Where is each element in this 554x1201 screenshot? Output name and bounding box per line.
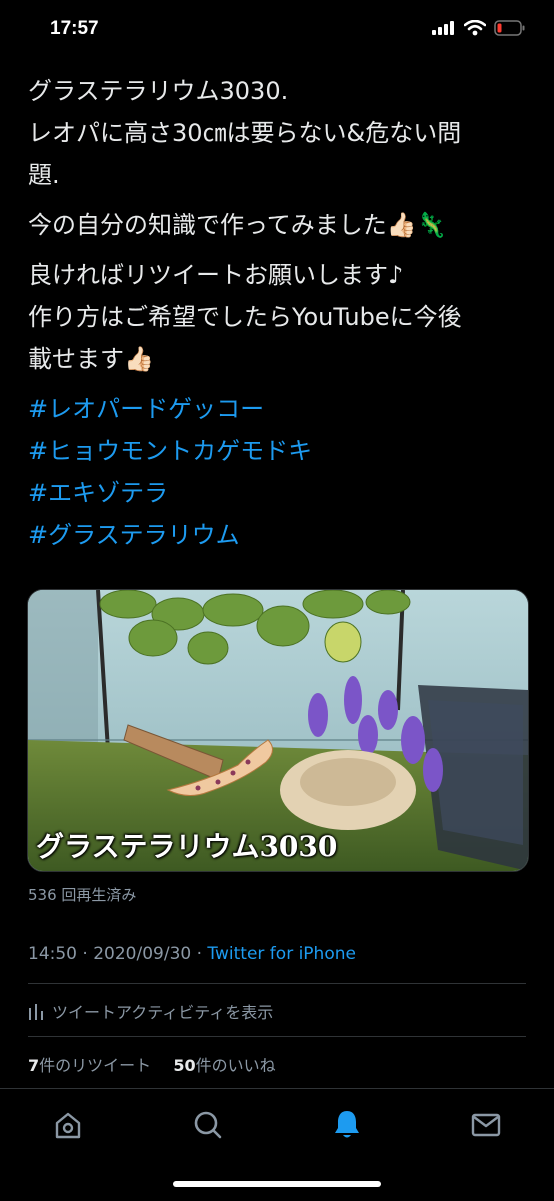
messages-icon: [471, 1113, 501, 1137]
status-time: 17:57: [50, 18, 99, 39]
view-count: 536 回再生済み: [28, 886, 137, 904]
battery-low-icon: [494, 20, 525, 36]
wifi-icon: [464, 20, 486, 36]
tweet-stats: 7件のリツイート 50件のいいね: [28, 1052, 276, 1076]
tweet-paragraph: グラステラリウム3030. レオパに高さ30㎝は要らない&危ない問 題.: [28, 70, 528, 196]
notifications-icon: [335, 1111, 359, 1138]
status-bar: 17:57: [0, 0, 554, 62]
tab-search[interactable]: [188, 1105, 228, 1145]
tweet-paragraph: 良ければリツイートお願いします♪ 作り方はご希望でしたらYouTubeに今後 載…: [28, 254, 528, 380]
hashtag-link[interactable]: #ヒョウモントカゲモドキ: [28, 430, 528, 472]
search-icon: [194, 1111, 222, 1139]
tweet-line: 載せます👍🏻: [28, 345, 154, 373]
tweet-line: 作り方はご希望でしたらYouTubeに今後: [28, 303, 462, 331]
tweet-line: レオパに高さ30㎝は要らない&危ない問: [28, 119, 462, 147]
likes-stat[interactable]: 50件のいいね: [173, 1056, 275, 1075]
home-icon: [55, 1112, 81, 1139]
tweet-line: 題.: [28, 161, 60, 189]
tweet-date: 2020/09/30: [93, 944, 192, 964]
cellular-signal-icon: [432, 21, 454, 35]
tweet-meta: 14:50 · 2020/09/30 · Twitter for iPhone: [28, 944, 356, 964]
tweet-paragraph: 今の自分の知識で作ってみました👍🏻🦎: [28, 204, 528, 246]
analytics-icon: [29, 1004, 43, 1020]
retweets-stat[interactable]: 7件のリツイート: [28, 1056, 151, 1075]
tab-home[interactable]: [48, 1105, 88, 1145]
hashtag-link[interactable]: #エキゾテラ: [28, 472, 528, 514]
tweet-line: 今の自分の知識で作ってみました👍🏻🦎: [28, 211, 447, 239]
divider: [28, 983, 526, 984]
hashtag-list: #レオパードゲッコー #ヒョウモントカゲモドキ #エキゾテラ #グラステラリウム: [28, 388, 528, 556]
video-caption-overlay: グラステラリウム3030: [36, 830, 338, 863]
divider: [28, 1036, 526, 1037]
status-icons: [432, 20, 526, 36]
retweets-count: 7: [28, 1056, 40, 1075]
tweet-line: グラステラリウム3030.: [28, 77, 289, 105]
meta-separator: ·: [77, 944, 94, 964]
tweet-source-link[interactable]: Twitter for iPhone: [207, 944, 356, 964]
retweets-label: 件のリツイート: [39, 1056, 152, 1075]
tweet-time: 14:50: [28, 944, 77, 964]
tweet-activity-label: ツイートアクティビティを表示: [52, 1003, 274, 1022]
likes-label: 件のいいね: [195, 1056, 276, 1075]
tab-notifications[interactable]: [327, 1105, 367, 1145]
meta-separator: ·: [191, 944, 208, 964]
hashtag-link[interactable]: #レオパードゲッコー: [28, 388, 528, 430]
tab-messages[interactable]: [466, 1105, 506, 1145]
tweet-line: 良ければリツイートお願いします♪: [28, 261, 404, 289]
home-indicator: [173, 1181, 381, 1187]
tweet-text: グラステラリウム3030. レオパに高さ30㎝は要らない&危ない問 題. 今の自…: [28, 70, 528, 556]
tweet-activity-link[interactable]: ツイートアクティビティを表示: [28, 999, 273, 1023]
tweet-video[interactable]: グラステラリウム3030: [27, 589, 529, 872]
likes-count: 50: [173, 1056, 196, 1075]
hashtag-link[interactable]: #グラステラリウム: [28, 514, 528, 556]
